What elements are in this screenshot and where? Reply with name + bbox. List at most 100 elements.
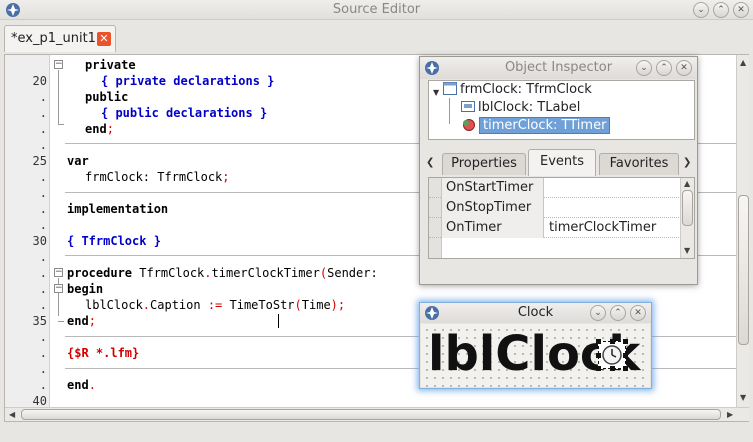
fold-end [58, 124, 64, 125]
tab-close-icon[interactable]: ✕ [97, 32, 111, 46]
scroll-down-icon[interactable]: ▼ [684, 246, 690, 255]
tab-properties[interactable]: Properties [442, 153, 526, 175]
tree-node-frmclock[interactable]: frmClock: TfrmClock [443, 81, 592, 98]
minimize-button[interactable]: ⌄ [693, 2, 709, 18]
form-design-surface[interactable]: lblClock [421, 324, 650, 387]
event-value[interactable] [545, 178, 679, 198]
line-number: . [39, 170, 47, 184]
line-number: . [39, 378, 47, 392]
horizontal-scroll-thumb[interactable] [21, 409, 721, 420]
event-value[interactable]: timerClockTimer [545, 218, 679, 238]
selection-handle[interactable] [610, 366, 615, 371]
maximize-button[interactable]: ⌃ [656, 60, 672, 76]
line-number: . [39, 122, 47, 136]
tree-node-label: timerClock: TTimer [479, 117, 611, 134]
selection-handle[interactable] [596, 339, 601, 344]
tree-node-lblclock[interactable]: lblClock: TLabel [461, 99, 580, 116]
close-window-button[interactable]: ✕ [733, 2, 749, 18]
editor-tabbar: *ex_p1_unit1 ✕ [0, 21, 753, 54]
object-inspector-window[interactable]: Object Inspector ⌄ ⌃ ✕ ▼ frmClock: TfrmC… [419, 56, 698, 285]
maximize-button[interactable]: ⌃ [610, 305, 626, 321]
vertical-scroll-thumb[interactable] [738, 195, 749, 345]
label-icon [461, 101, 475, 112]
events-grid[interactable]: OnStartTimer OnStopTimer OnTimer timerCl… [428, 177, 695, 259]
code-line: frmClock: TfrmClock; [85, 169, 230, 185]
line-number: . [39, 90, 47, 104]
inspector-tabbar: ❮ Properties Events Favorites ❯ [424, 149, 695, 176]
tab-ex-p1-unit1[interactable]: *ex_p1_unit1 ✕ [4, 25, 116, 52]
selection-handle[interactable] [623, 353, 628, 358]
event-name: OnStartTimer [442, 178, 544, 198]
code-line: end. [67, 377, 96, 393]
fold-line [58, 70, 59, 124]
form-icon [443, 82, 457, 95]
timer-icon [463, 119, 475, 131]
line-number: . [39, 106, 47, 120]
close-window-button[interactable]: ✕ [630, 305, 646, 321]
grid-scroll-thumb[interactable] [682, 190, 693, 226]
grid-row[interactable]: OnStartTimer [429, 178, 679, 198]
selection-handle[interactable] [596, 353, 601, 358]
tab-scroll-right-icon[interactable]: ❯ [683, 157, 691, 168]
clock-form-titlebar[interactable]: Clock ⌄ ⌃ ✕ [420, 303, 651, 323]
code-symbol: ); [330, 298, 346, 312]
line-number: . [39, 346, 47, 360]
line-number: 35 [32, 314, 47, 328]
grid-row[interactable]: OnStopTimer [429, 198, 679, 218]
line-number: . [39, 202, 47, 216]
code-identifier: timerClockTimer [211, 266, 320, 280]
vertical-scrollbar[interactable]: ▲ ▼ [736, 55, 749, 407]
line-number: . [39, 266, 47, 280]
scroll-right-icon[interactable]: ▶ [727, 410, 733, 419]
code-comment: { public declarations } [101, 106, 268, 120]
window-title: Source Editor [332, 2, 421, 17]
code-identifier: TfrmClock [132, 266, 205, 280]
tab-favorites[interactable]: Favorites [599, 153, 679, 175]
tab-scroll-left-icon[interactable]: ❮ [426, 157, 434, 168]
scroll-down-icon[interactable]: ▼ [740, 393, 746, 402]
minimize-button[interactable]: ⌄ [590, 305, 606, 321]
scroll-left-icon[interactable]: ◀ [9, 410, 15, 419]
grid-row[interactable]: OnTimer timerClockTimer [429, 218, 679, 238]
code-line: var [67, 154, 89, 168]
fold-collapse-icon[interactable]: − [54, 284, 63, 293]
fold-end [58, 321, 64, 322]
code-line: begin [67, 282, 104, 296]
event-value[interactable] [545, 198, 679, 218]
selection-handle[interactable] [623, 339, 628, 344]
code-line: end; [67, 313, 96, 329]
line-number-gutter: 20 . . . . 25 . . . . 30 . . . . 35 . . … [5, 55, 50, 421]
selection-handle[interactable] [610, 339, 615, 344]
code-symbol: . [142, 298, 151, 312]
window-titlebar[interactable]: Source Editor ⌄ ⌃ ✕ [0, 0, 753, 20]
component-tree[interactable]: ▼ frmClock: TfrmClock lblClock: TLabel t… [428, 80, 695, 140]
object-inspector-titlebar[interactable]: Object Inspector ⌄ ⌃ ✕ [420, 57, 697, 79]
minimize-button[interactable]: ⌄ [636, 60, 652, 76]
line-number: 30 [32, 234, 47, 248]
scroll-up-icon[interactable]: ▲ [740, 58, 746, 67]
maximize-button[interactable]: ⌃ [713, 2, 729, 18]
tab-events[interactable]: Events [528, 149, 596, 176]
fold-collapse-icon[interactable]: − [54, 60, 63, 69]
close-window-button[interactable]: ✕ [676, 60, 692, 76]
selection-handle[interactable] [596, 366, 601, 371]
fold-collapse-icon[interactable]: − [54, 268, 63, 277]
code-identifier: Caption [150, 298, 208, 312]
tree-expand-icon[interactable]: ▼ [433, 88, 439, 97]
code-line: implementation [67, 202, 169, 216]
code-line: end; [85, 121, 114, 137]
selection-handle[interactable] [623, 366, 628, 371]
text-caret [278, 314, 279, 328]
code-line: procedure TfrmClock.timerClockTimer(Send… [67, 265, 378, 281]
scroll-up-icon[interactable]: ▲ [684, 179, 690, 188]
line-number: 25 [32, 154, 47, 168]
horizontal-scrollbar[interactable]: ◀ ▶ [5, 407, 749, 421]
tree-node-timerclock[interactable]: timerClock: TTimer [461, 117, 611, 134]
fold-column: − − − [51, 55, 65, 421]
grid-scrollbar[interactable]: ▲ ▼ [680, 178, 694, 258]
code-keyword: end [67, 314, 89, 328]
timer-component[interactable] [596, 339, 628, 371]
event-name: OnTimer [442, 218, 544, 238]
code-comment: { TfrmClock } [67, 234, 161, 248]
clock-form-window[interactable]: Clock ⌄ ⌃ ✕ lblClock [419, 302, 652, 389]
